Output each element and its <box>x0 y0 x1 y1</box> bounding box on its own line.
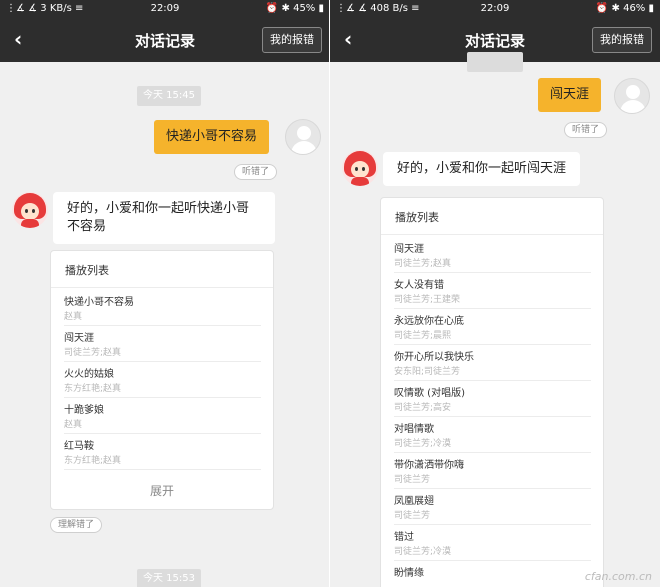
bot-eye-icon <box>362 167 365 171</box>
bot-avatar <box>342 150 378 186</box>
song-name: 带你潇洒带你嗨 <box>394 460 464 471</box>
song-artist: 赵真 <box>64 312 83 322</box>
song-name: 闯天涯 <box>394 244 424 255</box>
song-artist: 赵真 <box>64 420 83 430</box>
bot-message-bubble: 好的，小爱和你一起听闯天涯 <box>383 152 581 186</box>
my-report-button[interactable]: 我的报错 <box>262 27 322 53</box>
misunderstood-button[interactable]: 理解错了 <box>50 517 103 533</box>
misheard-button[interactable]: 听错了 <box>564 122 608 138</box>
watermark: cfan.com.cn <box>584 570 652 583</box>
song-name: 你开心所以我快乐 <box>394 352 474 363</box>
playlist-song[interactable]: 你开心所以我快乐 安东阳;司徒兰芳 <box>394 345 591 381</box>
bot-eye-icon <box>32 209 35 213</box>
person-icon <box>297 126 311 140</box>
playlist-card: 播放列表 快递小哥不容易 赵真 闯天涯 司徒兰芳;赵真 火火的姑娘 东方红艳;赵… <box>50 250 274 510</box>
bot-eye-icon <box>355 167 358 171</box>
song-name: 错过 <box>394 532 414 543</box>
song-artist: 司徒兰芳 <box>394 475 431 485</box>
divider <box>381 234 603 235</box>
playlist-song[interactable]: 十跪爹娘 赵真 <box>64 398 261 434</box>
playlist-song[interactable]: 女人没有错 司徒兰芳;王建荣 <box>394 273 591 309</box>
playlist-song[interactable]: 红马鞍 东方红艳;赵真 <box>64 434 261 470</box>
person-body-icon <box>620 100 646 113</box>
song-name: 十跪爹娘 <box>64 405 104 416</box>
bot-body-icon <box>21 219 39 228</box>
status-bar: ⋮∡ ∡ 408 B/s ≡ 22:09 ⏰ ✱ 46% ▮ <box>330 0 660 18</box>
misheard-button[interactable]: 听错了 <box>234 164 278 180</box>
song-artist: 司徒兰芳;晨熙 <box>394 331 452 341</box>
right-screen: ⋮∡ ∡ 408 B/s ≡ 22:09 ⏰ ✱ 46% ▮ ‹ 对话记录 我的… <box>330 0 660 587</box>
status-bar: ⋮∡ ∡ 3 KB/s ≡ 22:09 ⏰ ✱ 45% ▮ <box>0 0 330 18</box>
bot-message-bubble: 好的，小爱和你一起听快递小哥不容易 <box>53 192 275 244</box>
playlist-song[interactable]: 对唱情歌 司徒兰芳;冷漠 <box>394 417 591 453</box>
playlist-song[interactable]: 火火的姑娘 东方红艳;赵真 <box>64 362 261 398</box>
playlist-card: 播放列表 闯天涯 司徒兰芳;赵真 女人没有错 司徒兰芳;王建荣 永远放你在心底 … <box>380 197 604 587</box>
playlist-song[interactable]: 快递小哥不容易 赵真 <box>64 290 261 326</box>
bot-avatar <box>12 192 48 228</box>
song-name: 快递小哥不容易 <box>64 297 134 308</box>
nav-bar: ‹ 对话记录 我的报错 <box>0 18 330 62</box>
song-artist: 安东阳;司徒兰芳 <box>394 367 461 377</box>
divider <box>51 287 273 288</box>
song-artist: 司徒兰芳;高安 <box>394 403 452 413</box>
playlist-title: 播放列表 <box>395 211 439 224</box>
song-artist: 东方红艳;赵真 <box>64 384 122 394</box>
playlist-song[interactable]: 闯天涯 司徒兰芳;赵真 <box>64 326 261 362</box>
song-artist: 司徒兰芳;赵真 <box>64 348 122 358</box>
playlist-song[interactable]: 盼情缘 <box>394 561 591 587</box>
song-name: 闯天涯 <box>64 333 94 344</box>
song-name: 对唱情歌 <box>394 424 434 435</box>
playlist-song[interactable]: 叹情歌 (对唱版) 司徒兰芳;高安 <box>394 381 591 417</box>
bot-eye-icon <box>25 209 28 213</box>
bot-face-icon <box>21 203 39 220</box>
user-avatar <box>614 78 650 114</box>
left-screen: ⋮∡ ∡ 3 KB/s ≡ 22:09 ⏰ ✱ 45% ▮ ‹ 对话记录 我的报… <box>0 0 330 587</box>
expand-button[interactable]: 展开 <box>51 482 273 499</box>
song-name: 凤凰展翅 <box>394 496 434 507</box>
bot-body-icon <box>351 177 369 186</box>
song-name: 盼情缘 <box>394 568 424 579</box>
person-icon <box>626 85 640 99</box>
timestamp-partial <box>467 52 523 72</box>
user-message-bubble: 闯天涯 <box>538 78 602 112</box>
playlist-song[interactable]: 凤凰展翅 司徒兰芳 <box>394 489 591 525</box>
song-artist: 司徒兰芳;王建荣 <box>394 295 461 305</box>
song-name: 女人没有错 <box>394 280 444 291</box>
battery-status: ⏰ ✱ 45% ▮ <box>265 3 324 14</box>
person-body-icon <box>291 141 317 154</box>
user-avatar <box>285 119 321 155</box>
song-name: 火火的姑娘 <box>64 369 114 380</box>
song-artist: 司徒兰芳;赵真 <box>394 259 452 269</box>
playlist-title: 播放列表 <box>65 264 109 277</box>
my-report-button[interactable]: 我的报错 <box>592 27 652 53</box>
bot-face-icon <box>351 161 369 178</box>
timestamp: 今天 15:53 <box>137 569 201 587</box>
battery-status: ⏰ ✱ 46% ▮ <box>595 3 654 14</box>
playlist-song[interactable]: 带你潇洒带你嗨 司徒兰芳 <box>394 453 591 489</box>
song-artist: 司徒兰芳;冷漠 <box>394 439 452 449</box>
song-artist: 东方红艳;赵真 <box>64 456 122 466</box>
song-artist: 司徒兰芳;冷漠 <box>394 547 452 557</box>
playlist-song[interactable]: 错过 司徒兰芳;冷漠 <box>394 525 591 561</box>
playlist-song[interactable]: 闯天涯 司徒兰芳;赵真 <box>394 237 591 273</box>
song-artist: 司徒兰芳 <box>394 511 431 521</box>
chat-area[interactable]: 闯天涯 听错了 好的，小爱和你一起听闯天涯 播放列表 闯天涯 司徒兰芳;赵真 女… <box>330 52 660 587</box>
playlist-song[interactable]: 永远放你在心底 司徒兰芳;晨熙 <box>394 309 591 345</box>
song-name: 红马鞍 <box>64 441 94 452</box>
song-name: 叹情歌 (对唱版) <box>394 388 465 399</box>
timestamp: 今天 15:45 <box>137 86 201 106</box>
chat-area[interactable]: 今天 15:45 快递小哥不容易 听错了 好的，小爱和你一起听快递小哥不容易 播… <box>0 62 330 587</box>
song-name: 永远放你在心底 <box>394 316 464 327</box>
user-message-bubble: 快递小哥不容易 <box>154 120 270 154</box>
